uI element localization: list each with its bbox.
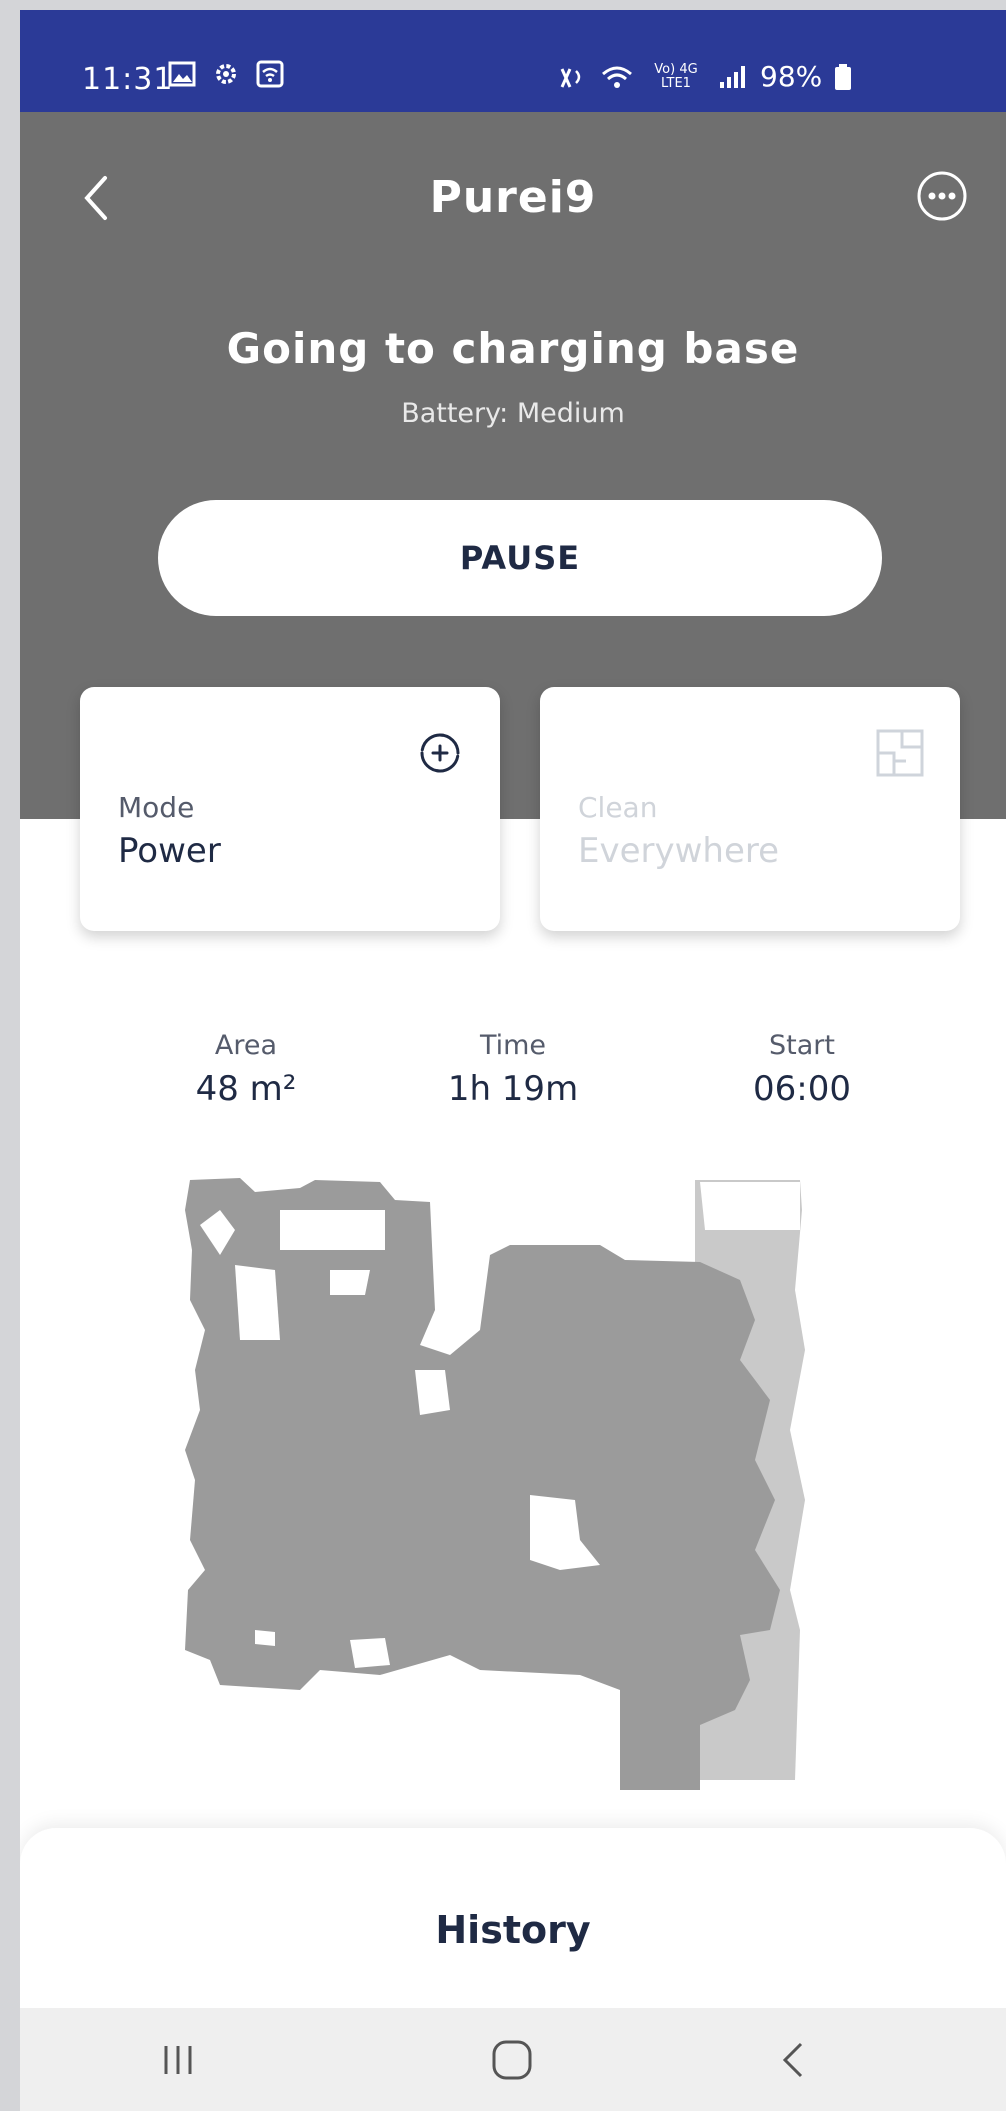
mode-card[interactable]: Mode Power <box>80 687 500 931</box>
clean-label: Clean <box>578 791 658 824</box>
more-options-button[interactable] <box>914 168 970 224</box>
status-icons-right: Vo) 4G LTE1 98% <box>558 60 852 93</box>
mute-icon <box>560 67 581 88</box>
stat-start: Start 06:00 <box>682 1030 922 1109</box>
wifi-icon <box>602 66 632 88</box>
wifi-calling-icon <box>256 60 284 88</box>
stat-value: 1h 19m <box>447 1069 579 1109</box>
pause-button[interactable]: PAUSE <box>158 500 882 616</box>
network-badge: Vo) 4G LTE1 <box>654 61 698 91</box>
stat-time: Time 1h 19m <box>393 1030 633 1109</box>
battery-status: Battery: Medium <box>401 398 625 429</box>
home-button[interactable] <box>472 2030 552 2090</box>
map-explored-area <box>185 1178 780 1790</box>
robot-state: Going to charging base <box>226 324 800 373</box>
history-panel[interactable]: History <box>20 1828 1006 2028</box>
status-bar: 11:31 Vo) 4G LTE1 98% <box>20 10 1006 112</box>
more-horizontal-icon <box>917 171 967 221</box>
stat-value: 06:00 <box>753 1069 851 1109</box>
system-nav-bar <box>20 2008 1006 2111</box>
page-title: Purei9 <box>429 172 597 223</box>
signal-icon <box>720 65 745 88</box>
clean-card[interactable]: Clean Everywhere <box>540 687 960 931</box>
floor-plan-icon <box>876 729 924 777</box>
settings-icon <box>216 64 236 84</box>
recent-apps-button[interactable] <box>138 2030 218 2090</box>
gallery-icon <box>168 61 196 87</box>
back-icon <box>782 2042 803 2078</box>
stat-area: Area 48 m² <box>126 1030 366 1109</box>
mode-value: Power <box>118 831 221 871</box>
cleaning-map[interactable] <box>180 1170 880 1810</box>
status-icons-left <box>168 60 284 88</box>
back-nav-button[interactable] <box>752 2030 832 2090</box>
recent-apps-icon <box>164 2046 192 2074</box>
mode-label: Mode <box>118 791 195 824</box>
app-screen: 11:31 Vo) 4G LTE1 98% Purei9 Going to ch… <box>20 10 1006 2111</box>
fan-power-icon <box>420 733 460 773</box>
home-icon <box>492 2040 532 2080</box>
stat-label: Start <box>769 1030 835 1061</box>
cleaning-stats: Area 48 m² Time 1h 19m Start 06:00 <box>20 1030 1006 1150</box>
battery-percent: 98% <box>760 60 823 93</box>
stat-label: Time <box>479 1030 547 1061</box>
stat-label: Area <box>214 1030 278 1061</box>
stat-value: 48 m² <box>195 1069 297 1109</box>
history-title: History <box>435 1908 591 1952</box>
status-time: 11:31 <box>82 62 174 97</box>
battery-icon <box>835 63 852 90</box>
clean-value: Everywhere <box>578 831 780 871</box>
